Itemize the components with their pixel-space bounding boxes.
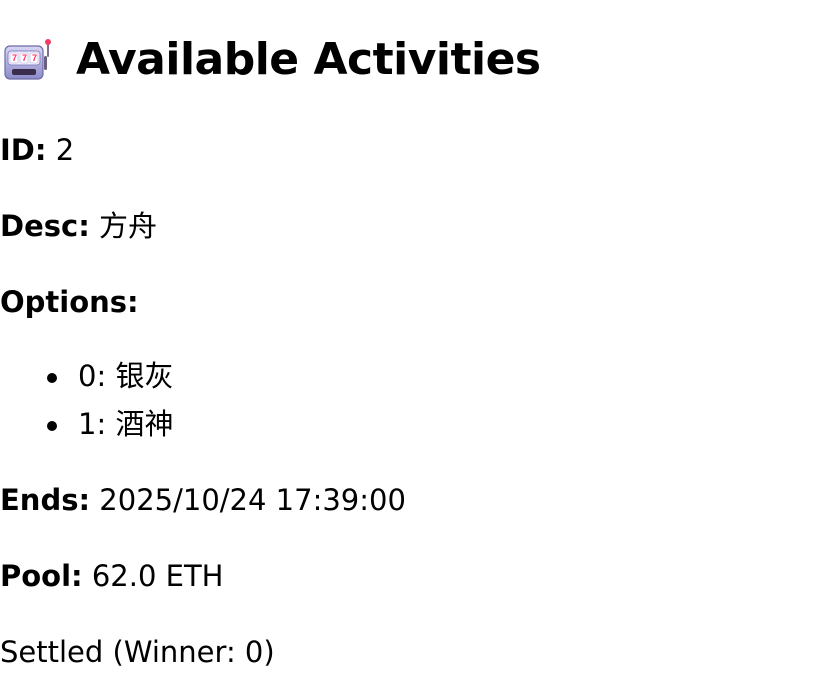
activity-id-value: 2 (55, 133, 75, 167)
svg-text:7: 7 (22, 53, 27, 63)
page-header: 7 7 7 Available Activities (4, 32, 541, 88)
activity-description-value: 方舟 (99, 209, 158, 243)
activity-id-field: ID: 2 (0, 136, 74, 165)
activity-option-item: 0: 银灰 (0, 362, 173, 410)
bullet-icon (47, 421, 57, 431)
svg-text:7: 7 (12, 53, 17, 63)
activity-end-value: 2025/10/24 17:39:00 (99, 483, 406, 517)
svg-text:7: 7 (32, 53, 37, 63)
activity-options-list: 0: 银灰 1: 酒神 (0, 362, 173, 458)
activity-options-label: Options: (0, 285, 139, 319)
activity-end-field: Ends: 2025/10/24 17:39:00 (0, 486, 406, 515)
activity-description-field: Desc: 方舟 (0, 212, 157, 241)
activity-option-item: 1: 酒神 (0, 410, 173, 458)
activity-pool-value: 62.0 ETH (91, 559, 224, 593)
activity-end-label: Ends: (0, 483, 91, 517)
activity-description-label: Desc: (0, 209, 90, 243)
activity-pool-field: Pool: 62.0 ETH (0, 562, 224, 591)
activity-pool-label: Pool: (0, 559, 83, 593)
activity-options-heading: Options: (0, 288, 139, 317)
slot-machine-icon: 7 7 7 (4, 38, 52, 82)
bullet-icon (47, 373, 57, 383)
activities-page: 7 7 7 Available Activities ID: 2 Desc: 方… (0, 0, 836, 688)
page-title: Available Activities (76, 34, 541, 85)
activity-status-text: Settled (Winner: 0) (0, 635, 275, 669)
activity-id-label: ID: (0, 133, 47, 167)
activity-option-text: 0: 银灰 (78, 359, 174, 393)
activity-option-text: 1: 酒神 (78, 407, 174, 441)
